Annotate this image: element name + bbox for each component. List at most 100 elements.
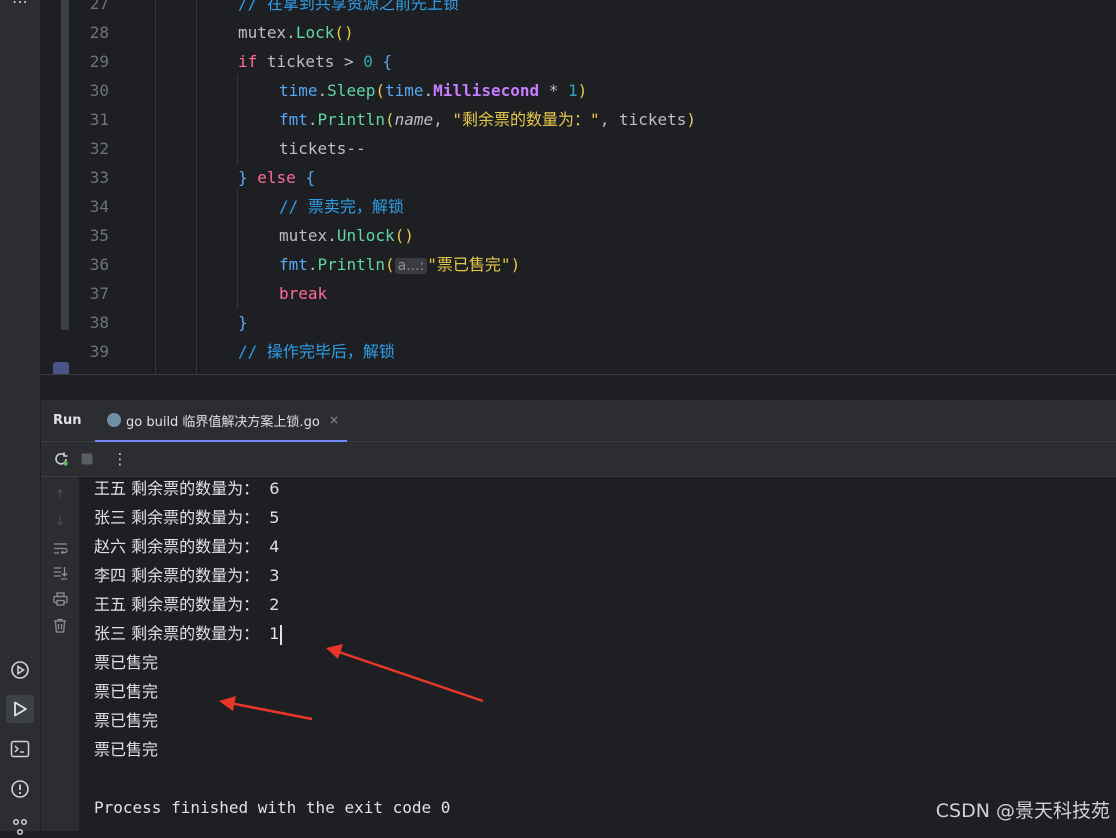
code-text: if tickets > 0 { — [238, 47, 392, 76]
line-number[interactable]: 34 — [77, 192, 109, 221]
console-line-text: 李四 剩余票的数量为： 3 — [94, 566, 280, 585]
console-line-text: 张三 剩余票的数量为： 1 — [94, 624, 280, 643]
tab-go-build[interactable]: go build 临界值解决方案上锁.go × — [95, 400, 347, 442]
code-line[interactable]: 37 break — [41, 279, 1116, 308]
git-icon[interactable] — [9, 816, 31, 838]
console-line-text: 张三 剩余票的数量为： 5 — [94, 508, 280, 527]
code-line[interactable]: 38} — [41, 308, 1116, 337]
console-line: 张三 剩余票的数量为： 1 — [94, 619, 283, 648]
code-token: Println — [317, 110, 385, 129]
code-token: . — [317, 81, 328, 100]
code-token: // 操作完毕后，解锁 — [238, 342, 395, 361]
code-text: // 操作完毕后，解锁 — [238, 337, 395, 366]
code-token: "剩余票的数量为：" — [452, 110, 600, 129]
rerun-icon[interactable] — [52, 450, 70, 468]
code-token: time — [279, 81, 318, 100]
console-side-toolbar: ↑ ↓ — [41, 477, 79, 831]
run-toolwindow-title: Run — [53, 413, 82, 428]
code-token: Println — [317, 255, 385, 274]
code-token: Millisecond — [433, 81, 540, 100]
code-token: 0 — [363, 52, 373, 71]
console-line: 票已售完 — [94, 677, 158, 706]
code-token: ( — [375, 81, 385, 100]
code-token: () — [334, 23, 354, 42]
code-editor[interactable]: 27// 在拿到共享资源之前先上锁 28 mutex.Lock() 29 if tick… — [41, 0, 1116, 374]
line-number[interactable]: 32 — [77, 134, 109, 163]
code-token: tickets-- — [279, 139, 366, 158]
code-token: else — [247, 168, 306, 187]
soft-wrap-icon[interactable] — [51, 539, 69, 557]
code-text: fmt.Println(a...: "票已售完") — [279, 250, 520, 281]
line-number[interactable]: 38 — [77, 308, 109, 337]
code-line[interactable]: 29 if tickets > 0 { — [41, 47, 1116, 76]
close-tab-icon[interactable]: × — [329, 413, 339, 427]
code-token: ) — [577, 81, 588, 100]
console-line-text: 王五 剩余票的数量为： 6 — [94, 479, 280, 498]
console-line: Process finished with the exit code 0 — [94, 793, 450, 822]
code-line[interactable]: 31 fmt.Println(name, "剩余票的数量为：", tickets) — [41, 105, 1116, 134]
scroll-up-icon[interactable]: ↑ — [51, 486, 69, 504]
stop-icon[interactable] — [78, 450, 96, 468]
more-options-icon[interactable]: ⋮ — [111, 450, 129, 468]
code-line[interactable]: 34 // 票卖完，解锁 — [41, 192, 1116, 221]
left-toolwindow-strip: ⋯ — [0, 0, 41, 836]
console-line: 李四 剩余票的数量为： 3 — [94, 561, 279, 590]
go-file-icon — [107, 413, 121, 427]
code-line[interactable]: 30 time.Sleep(time.Millisecond * 1) — [41, 76, 1116, 105]
code-token: time — [384, 81, 424, 100]
terminal-icon[interactable] — [9, 738, 31, 760]
code-token: Unlock — [336, 226, 395, 245]
code-token: Sleep — [327, 81, 376, 100]
code-line[interactable]: 32 tickets-- — [41, 134, 1116, 163]
more-tools-icon[interactable]: ⋯ — [9, 0, 31, 12]
line-number[interactable]: 30 — [77, 76, 109, 105]
code-text: // 票卖完，解锁 — [279, 192, 404, 221]
code-token: if — [238, 52, 258, 71]
line-number[interactable]: 28 — [77, 18, 109, 47]
console-line-text: Process finished with the exit code 0 — [94, 798, 451, 817]
scroll-to-end-icon[interactable] — [51, 564, 69, 582]
code-line[interactable]: 28 mutex.Lock() — [41, 18, 1116, 47]
code-text: mutex.Lock() — [238, 18, 354, 47]
code-line[interactable]: 27 // 在拿到共享资源之前先上锁 — [41, 0, 1116, 18]
code-token: 1 — [568, 81, 578, 100]
watermark: CSDN @景天科技苑 — [935, 800, 1110, 822]
code-text: mutex.Unlock() — [279, 221, 414, 250]
console-line-text: 票已售完 — [94, 653, 159, 672]
line-number[interactable]: 33 — [77, 163, 109, 192]
code-line[interactable]: 39 // 操作完毕后，解锁 — [41, 337, 1116, 366]
console-output[interactable]: 王五 剩余票的数量为： 6 张三 剩余票的数量为： 5 赵六 剩余票的数量为： 4 李… — [79, 477, 1116, 831]
console-line-text: 赵六 剩余票的数量为： 4 — [94, 537, 280, 556]
line-number[interactable]: 39 — [77, 337, 109, 366]
line-number[interactable]: 27 — [77, 0, 109, 18]
editor-panel-divider[interactable] — [41, 374, 1116, 401]
line-number[interactable]: 31 — [77, 105, 109, 134]
problems-icon[interactable] — [9, 778, 31, 800]
code-token: mutex — [279, 226, 328, 245]
code-token: . — [423, 81, 434, 100]
line-number[interactable]: 29 — [77, 47, 109, 76]
code-line[interactable]: 35 mutex.Unlock() — [41, 221, 1116, 250]
clear-all-icon[interactable] — [51, 616, 69, 634]
print-icon[interactable] — [51, 590, 69, 608]
line-number[interactable]: 35 — [77, 221, 109, 250]
code-text: fmt.Println(name, "剩余票的数量为：", tickets) — [279, 105, 696, 134]
services-icon[interactable] — [9, 659, 31, 681]
console-line: 票已售完 — [94, 648, 158, 677]
console-line: 王五 剩余票的数量为： 6 — [94, 474, 279, 503]
code-token: Lock — [295, 23, 335, 42]
scroll-down-icon[interactable]: ↓ — [51, 512, 69, 530]
code-token: } — [238, 313, 248, 332]
console-line-text: 票已售完 — [94, 711, 159, 730]
line-number[interactable]: 37 — [77, 279, 109, 308]
console-line: 赵六 剩余票的数量为： 4 — [94, 532, 279, 561]
run-toolwindow-icon[interactable] — [6, 695, 34, 723]
line-number[interactable]: 36 — [77, 250, 109, 279]
tab-label: go build 临界值解决方案上锁.go — [126, 414, 320, 430]
console-line: 票已售完 — [94, 706, 158, 735]
code-line[interactable]: 33} else { — [41, 163, 1116, 192]
code-token: name — [394, 110, 434, 129]
console-line-text: 票已售完 — [94, 740, 159, 759]
console-line: 张三 剩余票的数量为： 5 — [94, 503, 279, 532]
code-line[interactable]: 36 fmt.Println(a...: "票已售完") — [41, 250, 1116, 279]
